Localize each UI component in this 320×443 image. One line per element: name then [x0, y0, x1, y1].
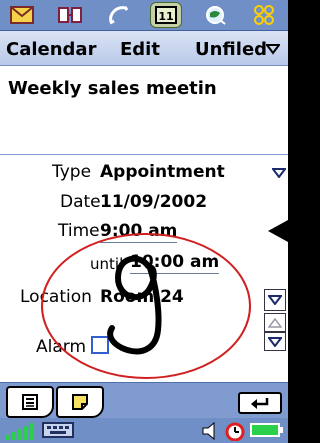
keyboard-icon[interactable] — [42, 421, 74, 439]
menu-bar: Calendar Edit Unfiled — [0, 31, 288, 66]
location-dropdown-button[interactable] — [264, 289, 286, 311]
tab-note[interactable] — [56, 386, 104, 418]
divider — [0, 154, 288, 155]
speaker-icon[interactable] — [200, 421, 220, 441]
battery-icon — [250, 423, 283, 437]
svg-text:11: 11 — [158, 10, 173, 23]
app-icon-bar: 11 — [0, 0, 288, 31]
event-subject[interactable]: Weekly sales meetin — [8, 78, 217, 99]
tab-details[interactable] — [6, 386, 54, 418]
date-label: Date — [60, 192, 101, 212]
time-label: Time — [58, 221, 100, 241]
scroll-control — [264, 313, 286, 351]
list-icon — [22, 394, 38, 410]
chevron-down-icon[interactable] — [266, 43, 280, 55]
until-value[interactable]: 10:00 am — [130, 252, 220, 274]
pointer-icon — [268, 220, 288, 242]
back-arrow-icon — [251, 398, 269, 409]
alarm-clock-icon — [225, 422, 245, 441]
web-icon[interactable] — [196, 2, 236, 28]
location-value[interactable]: Room 24 — [100, 287, 184, 307]
contacts-icon[interactable] — [50, 2, 90, 28]
back-button[interactable] — [238, 392, 282, 414]
calendar-icon[interactable]: 11 — [150, 2, 182, 28]
menu-calendar[interactable]: Calendar — [6, 39, 96, 60]
date-value[interactable]: 11/09/2002 — [100, 192, 207, 212]
alarm-label: Alarm — [36, 337, 87, 357]
status-bar — [0, 418, 288, 443]
bottom-tab-bar — [0, 382, 288, 419]
time-value[interactable]: 9:00 am — [100, 221, 178, 243]
chevron-down-icon[interactable] — [272, 168, 286, 178]
chevron-down-icon — [268, 336, 282, 347]
apps-icon[interactable] — [244, 2, 284, 28]
chevron-down-icon — [268, 295, 282, 305]
category-dropdown[interactable]: Unfiled — [195, 39, 267, 60]
phone-icon[interactable] — [98, 2, 138, 28]
signal-strength-icon — [6, 423, 34, 440]
chevron-up-icon — [268, 317, 282, 328]
menu-edit[interactable]: Edit — [120, 39, 160, 60]
mail-icon[interactable] — [2, 2, 42, 28]
type-value[interactable]: Appointment — [100, 162, 225, 182]
scroll-down-button[interactable] — [264, 332, 286, 351]
alarm-checkbox[interactable] — [91, 336, 109, 354]
until-label: until — [90, 255, 124, 273]
note-icon — [72, 394, 88, 410]
scroll-up-button[interactable] — [264, 313, 286, 332]
location-label: Location — [20, 287, 92, 307]
type-label: Type — [52, 162, 92, 182]
event-editor: Weekly sales meetin Type Appointment Dat… — [0, 66, 288, 382]
